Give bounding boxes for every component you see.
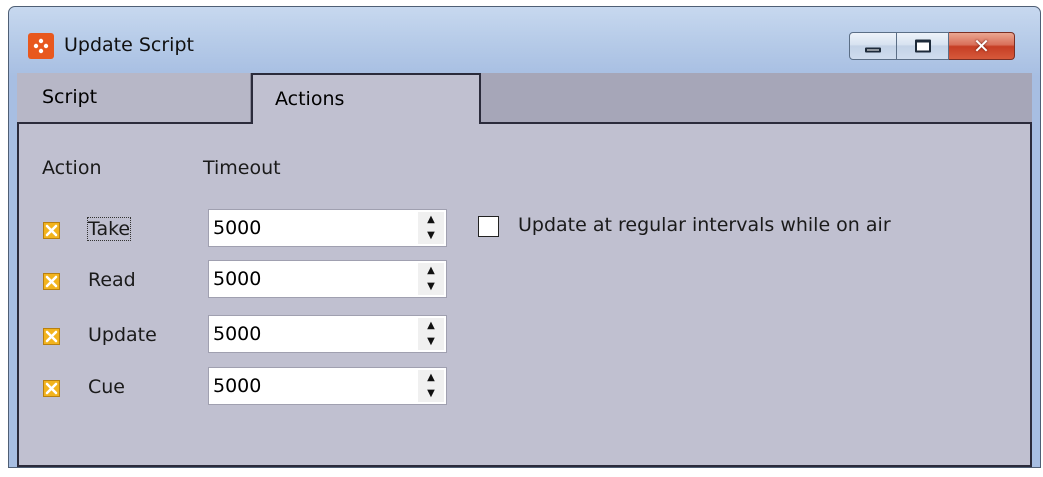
take-spin-buttons: ▲ ▼ [418,212,444,244]
update-label[interactable]: Update [88,324,157,346]
take-checkbox[interactable] [43,222,60,239]
spin-down-icon[interactable]: ▼ [418,334,444,350]
take-timeout-input[interactable] [213,215,403,241]
spin-up-icon[interactable]: ▲ [418,212,444,228]
update-spin-buttons: ▲ ▼ [418,318,444,350]
regular-update-label[interactable]: Update at regular intervals while on air [518,214,891,236]
cue-spin-buttons: ▲ ▼ [418,370,444,402]
cue-checkbox[interactable] [43,380,60,397]
minimize-button[interactable] [849,32,897,60]
read-checkbox[interactable] [43,273,60,290]
action-column-header: Action [42,157,102,179]
spin-up-icon[interactable]: ▲ [418,370,444,386]
check-x-icon [45,275,58,288]
read-timeout-input[interactable] [213,266,403,292]
read-label[interactable]: Read [88,269,136,291]
timeout-column-header: Timeout [203,157,281,179]
maximize-icon [914,39,931,53]
update-script-window: Update Script ✕ Script Actions Action Ti… [8,6,1041,468]
close-button[interactable]: ✕ [949,32,1015,60]
close-icon: ✕ [973,34,990,58]
spin-down-icon[interactable]: ▼ [418,386,444,402]
cue-label[interactable]: Cue [88,376,125,398]
tab-actions[interactable]: Actions [251,73,481,124]
app-icon [28,33,54,59]
title-bar[interactable]: Update Script ✕ [9,7,1040,73]
check-x-icon [45,224,58,237]
action-row-cue: Cue ▲ ▼ [19,367,1019,407]
check-x-icon [45,382,58,395]
take-label[interactable]: Take [86,217,132,241]
spin-up-icon[interactable]: ▲ [418,263,444,279]
maximize-button[interactable] [897,32,949,60]
spin-down-icon[interactable]: ▼ [418,279,444,295]
window-title: Update Script [64,34,194,56]
check-x-icon [45,330,58,343]
regular-update-checkbox[interactable] [478,216,499,237]
read-spin-buttons: ▲ ▼ [418,263,444,295]
cue-timeout-input[interactable] [213,373,403,399]
dialog-client: Script Actions Action Timeout Take ▲ ▼ [17,73,1032,467]
tab-script[interactable]: Script [17,73,251,122]
update-timeout-input[interactable] [213,321,403,347]
read-timeout-spinner[interactable]: ▲ ▼ [208,260,447,298]
actions-panel: Action Timeout Take ▲ ▼ [17,122,1032,467]
spin-up-icon[interactable]: ▲ [418,318,444,334]
cue-timeout-spinner[interactable]: ▲ ▼ [208,367,447,405]
update-checkbox[interactable] [43,328,60,345]
update-timeout-spinner[interactable]: ▲ ▼ [208,315,447,353]
take-timeout-spinner[interactable]: ▲ ▼ [208,209,447,247]
minimize-icon [865,47,881,53]
action-row-read: Read ▲ ▼ [19,260,1019,300]
action-row-update: Update ▲ ▼ [19,315,1019,355]
spin-down-icon[interactable]: ▼ [418,228,444,244]
